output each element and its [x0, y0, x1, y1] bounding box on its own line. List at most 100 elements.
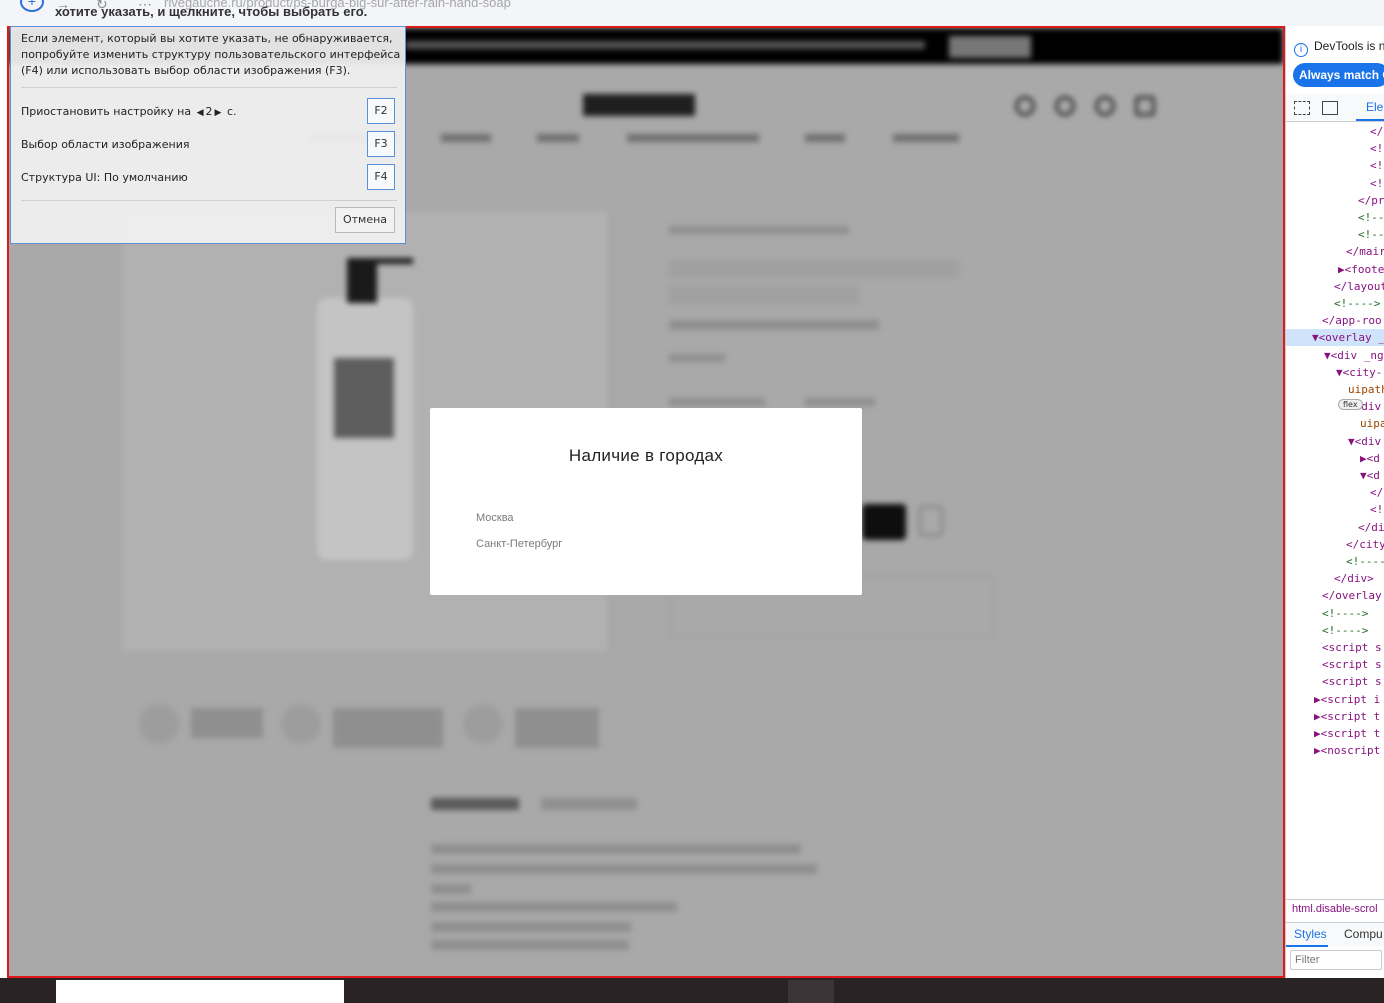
always-match-button[interactable]: Always match C — [1293, 63, 1384, 87]
dom-node[interactable]: ▶<d — [1360, 450, 1380, 467]
dom-node[interactable]: </city — [1346, 536, 1384, 553]
breadcrumb[interactable] — [669, 226, 849, 234]
feature-text — [333, 708, 443, 748]
dom-node[interactable]: ▼<div _ng — [1324, 347, 1384, 364]
dom-node[interactable]: uipath — [1348, 381, 1384, 398]
dom-node[interactable]: <!-- — [1358, 209, 1384, 226]
availability-modal: Наличие в городах Москва Санкт-Петербург — [430, 408, 862, 595]
menu-item[interactable] — [805, 134, 845, 142]
devtools-panel: iDevTools is n Always match C Elem </<!<… — [1285, 26, 1384, 1003]
city-item-spb[interactable]: Санкт-Петербург — [476, 538, 562, 550]
dom-node[interactable]: ▼<city- — [1336, 364, 1382, 381]
dom-node[interactable]: <!----> — [1334, 295, 1380, 312]
search-icon[interactable] — [1055, 96, 1075, 116]
product-nozzle — [369, 258, 413, 264]
cookie-text — [405, 41, 925, 49]
element-picker-panel: Если элемент, который вы хотите указать,… — [10, 26, 406, 244]
dom-node[interactable]: </mair — [1346, 243, 1384, 260]
dom-node[interactable]: ▶<noscript — [1314, 742, 1380, 759]
devtools-info-text: DevTools is n — [1314, 39, 1384, 53]
decrease-icon[interactable]: ◀ — [197, 108, 204, 118]
product-pump — [347, 258, 377, 303]
dom-node[interactable]: uipa — [1360, 415, 1384, 432]
dom-node[interactable]: </app-roo — [1322, 312, 1382, 329]
tab-computed[interactable]: Compu — [1344, 927, 1383, 941]
f3-key-button[interactable]: F3 — [367, 131, 395, 157]
increase-icon[interactable]: ▶ — [215, 108, 222, 118]
dom-node[interactable]: ▶<foote — [1338, 261, 1384, 278]
description-text — [431, 902, 677, 912]
variant-option[interactable] — [669, 398, 765, 406]
tab-elements[interactable]: Elem — [1366, 100, 1384, 114]
devtools-info: i DevTools is n — [1294, 39, 1384, 57]
taskbar-window[interactable] — [56, 980, 344, 1003]
ui-structure-label: Структура UI: По умолчанию — [21, 171, 188, 184]
divider — [21, 200, 397, 201]
variant-option[interactable] — [805, 398, 875, 406]
pause-value[interactable]: 2 — [206, 105, 213, 118]
dom-node[interactable]: ▼<d — [1360, 467, 1380, 484]
filter-input[interactable]: Filter — [1290, 950, 1382, 970]
dom-node[interactable]: <script s — [1322, 639, 1382, 656]
divider — [21, 87, 397, 88]
inspect-icon[interactable] — [1294, 101, 1310, 115]
menu-item[interactable] — [627, 134, 759, 142]
product-title-line2 — [669, 286, 859, 304]
dom-node-selected[interactable]: ▼<overlay _ — [1286, 329, 1384, 347]
cookie-accept-button[interactable] — [949, 36, 1031, 58]
f2-key-button[interactable]: F2 — [367, 98, 395, 124]
info-icon: i — [1294, 43, 1308, 57]
dom-node[interactable]: <!----> — [1322, 622, 1368, 639]
description-text — [431, 940, 629, 950]
devtools-toolbar: Elem — [1286, 94, 1384, 122]
add-to-cart-button[interactable] — [862, 504, 906, 540]
dom-node[interactable]: <! — [1370, 157, 1383, 174]
product-label — [334, 358, 394, 438]
dom-node[interactable]: </div> — [1334, 570, 1374, 587]
user-icon[interactable] — [1095, 96, 1115, 116]
site-logo[interactable] — [583, 94, 695, 116]
dom-node[interactable]: <script s — [1322, 673, 1382, 690]
pause-setting: Приостановить настройку на ◀ 2 ▶ с. — [21, 105, 237, 118]
device-toggle-icon[interactable] — [1322, 101, 1338, 115]
tab-styles[interactable]: Styles — [1294, 927, 1327, 941]
dom-node[interactable]: </layout — [1334, 278, 1384, 295]
menu-item[interactable] — [537, 134, 579, 142]
product-title — [669, 260, 959, 278]
dom-node[interactable]: </ — [1370, 123, 1383, 140]
dom-node[interactable]: <!----> — [1322, 605, 1368, 622]
dom-node[interactable]: <! — [1370, 501, 1383, 518]
cart-icon[interactable] — [1135, 96, 1155, 116]
dom-node[interactable]: </overlay — [1322, 587, 1382, 604]
dom-tree[interactable]: </<! <! <! </pr <!-- <!-- </mair ▶<foote </layou… — [1286, 122, 1384, 902]
heart-icon[interactable] — [1015, 96, 1035, 116]
dom-node[interactable]: ▶<script t — [1314, 708, 1380, 725]
picker-hint: хотите указать, и щелкните, чтобы выбрат… — [55, 4, 368, 19]
gift-icon — [463, 704, 503, 744]
dom-node[interactable]: <!---- — [1346, 553, 1384, 570]
menu-item[interactable] — [893, 134, 959, 142]
add-icon[interactable]: + — [20, 0, 44, 12]
favorite-button[interactable] — [919, 506, 943, 536]
dom-node[interactable]: </di — [1358, 519, 1384, 536]
modal-title: Наличие в городах — [568, 446, 724, 465]
cancel-button[interactable]: Отмена — [335, 207, 395, 233]
city-item-moscow[interactable]: Москва — [476, 512, 514, 524]
screen: + → ↻ ⋯ rivegauche.ru/product/ps-burga-b… — [0, 0, 1384, 1003]
flex-badge[interactable]: flex — [1338, 399, 1363, 410]
dom-node[interactable]: <!-- — [1358, 226, 1384, 243]
dom-node[interactable]: <! — [1370, 175, 1383, 192]
dom-node[interactable]: </ — [1370, 484, 1383, 501]
dom-node[interactable]: <! — [1370, 140, 1383, 157]
tab-reviews[interactable] — [541, 798, 637, 810]
dom-node[interactable]: ▶<script t — [1314, 725, 1380, 742]
dom-node[interactable]: <script s — [1322, 656, 1382, 673]
tab-description[interactable] — [431, 798, 519, 810]
f4-key-button[interactable]: F4 — [367, 164, 395, 190]
dom-node[interactable]: ▶<script i — [1314, 691, 1380, 708]
dom-node[interactable]: </pr — [1358, 192, 1384, 209]
taskbar-slot[interactable] — [788, 980, 834, 1003]
dom-node[interactable]: ▼<div — [1348, 433, 1381, 450]
dom-breadcrumb[interactable]: html.disable-scrol — [1286, 899, 1384, 919]
menu-item[interactable] — [441, 134, 491, 142]
